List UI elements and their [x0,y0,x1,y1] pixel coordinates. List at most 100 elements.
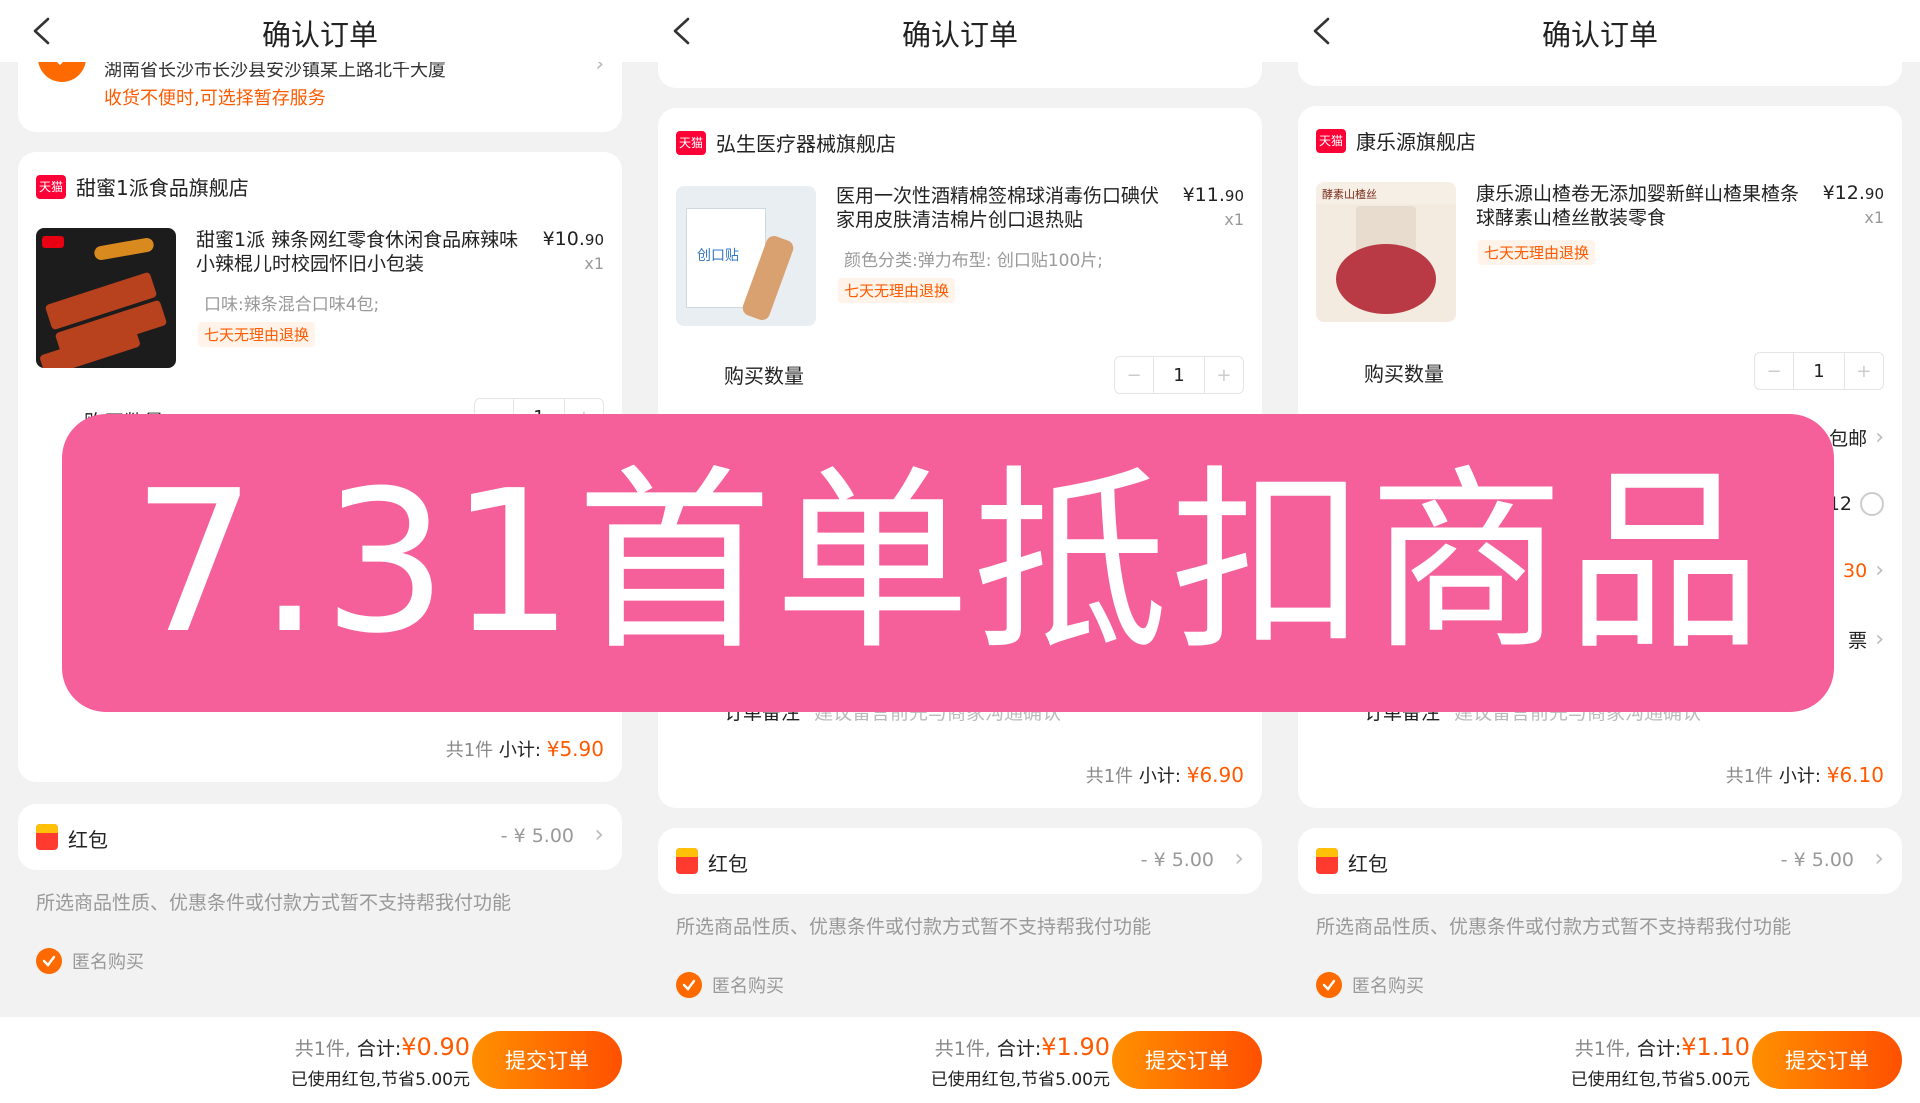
saved-info: 已使用红包,节省5.00元 [290,1070,470,1090]
anonymous-label: 匿名购买 [72,952,144,973]
quantity-label: 购买数量 [1364,362,1444,386]
anonymous-purchase[interactable]: 匿名购买 [676,972,784,998]
anonymous-purchase[interactable]: 匿名购买 [1316,972,1424,998]
brand-logo [42,236,64,248]
check-icon[interactable] [676,972,702,998]
radio-button[interactable] [1860,492,1884,516]
saved-info: 已使用红包,节省5.00元 [1570,1070,1750,1090]
anonymous-purchase[interactable]: 匿名购买 [36,948,144,974]
hongbao-label: 红包 [708,852,748,876]
hongbao-row[interactable]: 红包 - ¥ 5.00 › [658,828,1262,894]
red-packet-icon [36,824,58,850]
option-row[interactable]: 12 [1828,492,1884,516]
store-header[interactable]: 天猫 康乐源旗舰店 [1316,126,1476,155]
store-subtotal: 共1件 小计: ¥6.10 [1725,763,1884,787]
top-bar: 确认订单 [640,0,1280,62]
return-policy-tag: 七天无理由退换 [1478,240,1596,265]
hongbao-row[interactable]: 红包 - ¥ 5.00 › [18,804,622,870]
discount-row[interactable]: 30 › [1843,558,1884,583]
product-quantity: x1 [1864,208,1884,227]
image-label: 创口贴 [697,248,739,264]
quantity-stepper: − 1 + [1114,356,1244,394]
anonymous-label: 匿名购买 [1352,976,1424,997]
tmall-badge: 天猫 [1316,128,1346,153]
hawthorn-bowl [1336,244,1436,314]
submit-order-button[interactable]: 提交订单 [472,1031,622,1089]
product-spec: 颜色分类:弹力布型: 创口贴100片; [844,251,1104,271]
pay-notice: 所选商品性质、优惠条件或付款方式暂不支持帮我付功能 [36,892,512,914]
store-subtotal: 共1件 小计: ¥6.90 [1085,763,1244,787]
promo-banner: 7.31首单抵扣商品 [62,414,1834,712]
return-policy-tag: 七天无理由退换 [198,322,316,347]
page-title: 确认订单 [261,18,378,52]
store-name: 弘生医疗器械旗舰店 [716,132,896,156]
product-image[interactable] [36,228,176,368]
pay-notice: 所选商品性质、优惠条件或付款方式暂不支持帮我付功能 [676,916,1152,938]
check-icon[interactable] [1316,972,1342,998]
quantity-label: 购买数量 [724,364,804,388]
check-icon[interactable] [36,948,62,974]
store-name: 甜蜜1派食品旗舰店 [76,176,249,200]
chevron-right-icon: › [1875,558,1884,583]
product-title[interactable]: 医用一次性酒精棉签棉球消毒伤口碘伏家用皮肤清洁棉片创口退热贴 [836,184,1166,232]
tmall-badge: 天猫 [676,130,706,155]
chevron-right-icon: › [1874,844,1884,872]
bottom-bar: 共1件, 合计:¥0.90 已使用红包,节省5.00元 提交订单 [0,1017,640,1103]
shipping-row[interactable]: 包邮 › [1829,424,1884,451]
chevron-right-icon: › [1875,425,1884,450]
store-subtotal: 共1件 小计: ¥5.90 [445,737,604,761]
product-quantity: x1 [1224,210,1244,229]
red-packet-icon [1316,848,1338,874]
product-image[interactable]: 酵素山楂丝 [1316,182,1456,322]
hongbao-label: 红包 [1348,852,1388,876]
hongbao-value: - ¥ 5.00 [1780,849,1854,871]
order-total: 共1件, 合计:¥1.90 [934,1033,1110,1061]
store-name: 康乐源旗舰店 [1356,130,1476,154]
quantity-value[interactable]: 1 [1153,357,1205,393]
tmall-badge: 天猫 [36,174,66,199]
page-title: 确认订单 [1541,18,1658,52]
hongbao-label: 红包 [68,828,108,852]
order-total: 共1件, 合计:¥1.10 [1574,1033,1750,1061]
product-quantity: x1 [584,254,604,273]
submit-order-button[interactable]: 提交订单 [1112,1031,1262,1089]
pay-notice: 所选商品性质、优惠条件或付款方式暂不支持帮我付功能 [1316,916,1792,938]
invoice-row[interactable]: 票 › [1848,626,1884,653]
decrement-button[interactable]: − [1755,353,1793,389]
chevron-right-icon: › [1234,844,1244,872]
quantity-value[interactable]: 1 [1793,353,1845,389]
submit-order-button[interactable]: 提交订单 [1752,1031,1902,1089]
hongbao-row[interactable]: 红包 - ¥ 5.00 › [1298,828,1902,894]
red-packet-icon [676,848,698,874]
product-price: ¥10.90 [542,228,604,250]
hongbao-value: - ¥ 5.00 [500,825,574,847]
decrement-button[interactable]: − [1115,357,1153,393]
product-spec: 口味:辣条混合口味4包; [204,295,380,315]
address-tip[interactable]: 收货不便时,可选择暂存服务 [104,84,326,110]
store-header[interactable]: 天猫 甜蜜1派食品旗舰店 [36,172,249,201]
anonymous-label: 匿名购买 [712,976,784,997]
increment-button[interactable]: + [1845,353,1883,389]
spoon-shape [93,236,155,262]
increment-button[interactable]: + [1205,357,1243,393]
bottom-bar: 共1件, 合计:¥1.90 已使用红包,节省5.00元 提交订单 [640,1017,1280,1103]
product-title[interactable]: 甜蜜1派 辣条网红零食休闲食品麻辣味小辣棍儿时校园怀旧小包装 [196,228,526,276]
image-label: 酵素山楂丝 [1316,182,1456,204]
chevron-right-icon: › [594,820,604,848]
hongbao-value: - ¥ 5.00 [1140,849,1214,871]
top-bar: 确认订单 [0,0,640,62]
product-price: ¥11.90 [1182,184,1244,206]
page-title: 确认订单 [901,18,1018,52]
top-bar: 确认订单 [1280,0,1920,62]
return-policy-tag: 七天无理由退换 [838,278,956,303]
order-total: 共1件, 合计:¥0.90 [294,1033,470,1061]
quantity-stepper: − 1 + [1754,352,1884,390]
bottom-bar: 共1件, 合计:¥1.10 已使用红包,节省5.00元 提交订单 [1280,1017,1920,1103]
product-price: ¥12.90 [1822,182,1884,204]
product-title[interactable]: 康乐源山楂卷无添加婴新鲜山楂果楂条球酵素山楂丝散装零食 [1476,182,1806,230]
chevron-right-icon: › [1875,627,1884,652]
store-header[interactable]: 天猫 弘生医疗器械旗舰店 [676,128,896,157]
saved-info: 已使用红包,节省5.00元 [930,1070,1110,1090]
banner-text: 7.31首单抵扣商品 [131,449,1765,677]
product-image[interactable]: 创口贴 [676,186,816,326]
